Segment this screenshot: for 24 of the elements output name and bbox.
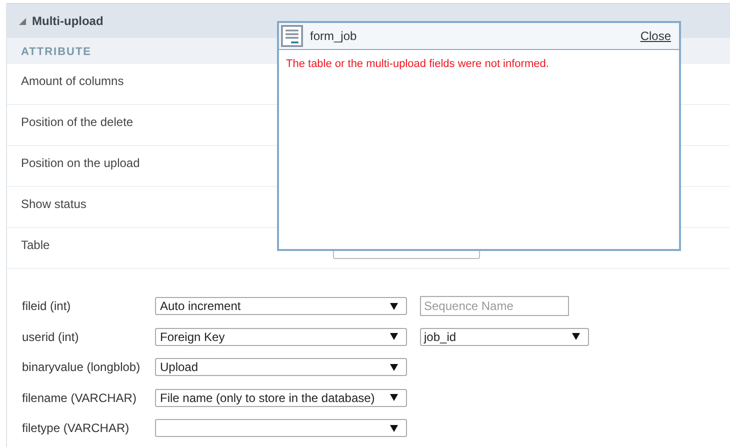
attribute-label: Amount of columns xyxy=(21,74,124,88)
caret-icon xyxy=(390,364,398,371)
caret-icon xyxy=(390,302,398,310)
field-label: filename (VARCHAR) xyxy=(22,390,138,405)
attribute-label: Position of the delete xyxy=(21,115,134,129)
field-label: filetype (VARCHAR) xyxy=(22,421,130,436)
type-select[interactable] xyxy=(155,419,407,438)
key-select[interactable]: job_id xyxy=(420,328,589,346)
type-select[interactable]: File name (only to store in the database) xyxy=(155,388,407,407)
caret-icon xyxy=(390,424,398,432)
attribute-label: Position on the upload xyxy=(21,156,140,170)
type-select[interactable]: Foreign Key xyxy=(155,328,407,346)
type-select[interactable]: Auto increment xyxy=(155,297,407,316)
caret-icon xyxy=(390,394,398,402)
section-title: Multi-upload xyxy=(32,14,104,28)
field-label: fileid (int) xyxy=(22,299,72,314)
caret-icon xyxy=(572,333,580,340)
field-label: userid (int) xyxy=(22,330,80,344)
attribute-label: Table xyxy=(21,238,50,252)
field-label: binaryvalue (longblob) xyxy=(22,360,142,374)
type-select[interactable]: Upload xyxy=(155,358,407,376)
attribute-label: Show status xyxy=(21,197,86,211)
sequence-name-field[interactable]: Sequence Name xyxy=(420,296,569,316)
caret-icon xyxy=(390,333,398,340)
